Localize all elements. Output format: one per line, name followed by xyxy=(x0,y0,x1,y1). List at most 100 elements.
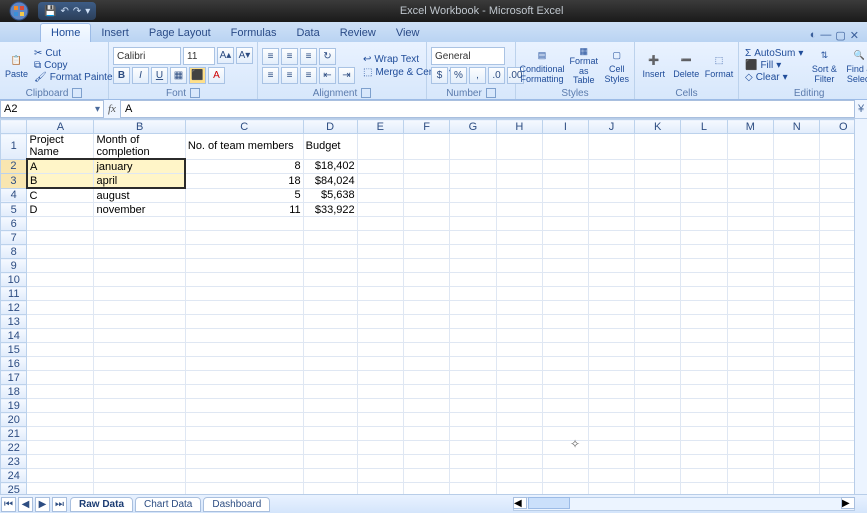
cell[interactable] xyxy=(94,413,185,427)
sheet-nav-prev-icon[interactable]: ◀ xyxy=(18,497,33,512)
copy-button[interactable]: ⧉Copy xyxy=(32,60,118,71)
sheet-nav-first-icon[interactable]: ⏮ xyxy=(1,497,16,512)
cell[interactable] xyxy=(681,385,727,399)
font-name-select[interactable]: Calibri xyxy=(113,47,181,65)
redo-icon[interactable]: ↷ xyxy=(73,6,81,17)
number-launcher-icon[interactable] xyxy=(486,88,496,98)
cell[interactable] xyxy=(185,273,303,287)
row-header[interactable]: 17 xyxy=(1,371,27,385)
row-header[interactable]: 24 xyxy=(1,469,27,483)
column-header[interactable]: M xyxy=(727,120,774,134)
cell[interactable] xyxy=(543,287,589,301)
hscroll-left-icon[interactable]: ◀ xyxy=(513,497,527,509)
cell[interactable] xyxy=(94,399,185,413)
cell[interactable] xyxy=(543,343,589,357)
cell[interactable] xyxy=(543,399,589,413)
cell[interactable] xyxy=(185,343,303,357)
cell[interactable]: 5 xyxy=(185,188,303,203)
align-bottom-icon[interactable]: ≡ xyxy=(300,48,317,65)
cell[interactable] xyxy=(403,134,449,160)
insert-cells-button[interactable]: ➕Insert xyxy=(639,45,669,87)
cell[interactable] xyxy=(681,245,727,259)
cell[interactable] xyxy=(403,301,449,315)
cell[interactable] xyxy=(774,273,820,287)
cell[interactable] xyxy=(450,315,496,329)
cell[interactable] xyxy=(635,329,681,343)
cell[interactable] xyxy=(27,455,94,469)
cell[interactable] xyxy=(543,315,589,329)
cell[interactable] xyxy=(27,301,94,315)
cell[interactable] xyxy=(543,329,589,343)
find-select-button[interactable]: 🔍Find &Select xyxy=(843,45,867,87)
cell[interactable] xyxy=(635,174,681,189)
shrink-font-icon[interactable]: A▾ xyxy=(236,47,253,64)
cell[interactable] xyxy=(185,469,303,483)
cell[interactable] xyxy=(185,413,303,427)
cell[interactable]: D xyxy=(27,203,94,217)
cell[interactable] xyxy=(681,217,727,231)
align-left-icon[interactable]: ≡ xyxy=(262,67,279,84)
cell[interactable] xyxy=(774,455,820,469)
cell[interactable] xyxy=(681,329,727,343)
tab-view[interactable]: View xyxy=(386,24,430,42)
cell[interactable] xyxy=(681,301,727,315)
cell[interactable] xyxy=(543,259,589,273)
cell[interactable] xyxy=(94,385,185,399)
cell[interactable] xyxy=(496,357,542,371)
cell[interactable] xyxy=(357,371,403,385)
cell[interactable] xyxy=(635,259,681,273)
row-header[interactable]: 3 xyxy=(1,174,27,189)
cell[interactable] xyxy=(27,287,94,301)
cell[interactable] xyxy=(27,413,94,427)
clear-button[interactable]: ◇Clear▾ xyxy=(743,72,805,83)
border-button[interactable]: ▦ xyxy=(170,67,187,84)
name-box[interactable]: A2 ▾ xyxy=(0,100,104,118)
cell[interactable] xyxy=(185,427,303,441)
cell[interactable] xyxy=(303,273,357,287)
cell[interactable] xyxy=(303,343,357,357)
column-header[interactable]: L xyxy=(681,120,727,134)
cell[interactable] xyxy=(450,231,496,245)
cell[interactable] xyxy=(94,301,185,315)
cell[interactable]: Project Name xyxy=(27,134,94,160)
cell[interactable] xyxy=(635,343,681,357)
cell[interactable] xyxy=(774,287,820,301)
formula-bar[interactable]: A xyxy=(120,100,855,118)
cell[interactable] xyxy=(774,371,820,385)
cell[interactable] xyxy=(543,441,589,455)
office-button[interactable] xyxy=(2,0,36,22)
cell[interactable] xyxy=(774,301,820,315)
cell[interactable] xyxy=(94,455,185,469)
cell[interactable] xyxy=(185,315,303,329)
cell[interactable] xyxy=(357,174,403,189)
cell[interactable] xyxy=(727,301,774,315)
cell[interactable] xyxy=(588,385,634,399)
cell[interactable] xyxy=(543,469,589,483)
currency-icon[interactable]: $ xyxy=(431,67,448,84)
cell[interactable] xyxy=(403,329,449,343)
cell[interactable] xyxy=(185,385,303,399)
column-header[interactable]: J xyxy=(588,120,634,134)
sort-filter-button[interactable]: ⇅Sort &Filter xyxy=(808,45,840,87)
cell[interactable] xyxy=(94,231,185,245)
cell[interactable] xyxy=(774,245,820,259)
cell[interactable] xyxy=(357,159,403,174)
cell[interactable] xyxy=(27,357,94,371)
cell[interactable] xyxy=(635,371,681,385)
bold-button[interactable]: B xyxy=(113,67,130,84)
cell[interactable] xyxy=(185,329,303,343)
cell[interactable] xyxy=(496,329,542,343)
cell[interactable] xyxy=(496,413,542,427)
cell[interactable] xyxy=(185,217,303,231)
cell[interactable] xyxy=(588,259,634,273)
align-top-icon[interactable]: ≡ xyxy=(262,48,279,65)
underline-button[interactable]: U xyxy=(151,67,168,84)
cell[interactable] xyxy=(403,357,449,371)
row-header[interactable]: 8 xyxy=(1,245,27,259)
cell[interactable] xyxy=(403,427,449,441)
cell[interactable] xyxy=(185,301,303,315)
cell[interactable]: A xyxy=(27,159,94,174)
cell[interactable] xyxy=(403,188,449,203)
column-header[interactable]: C xyxy=(185,120,303,134)
cell[interactable] xyxy=(727,441,774,455)
